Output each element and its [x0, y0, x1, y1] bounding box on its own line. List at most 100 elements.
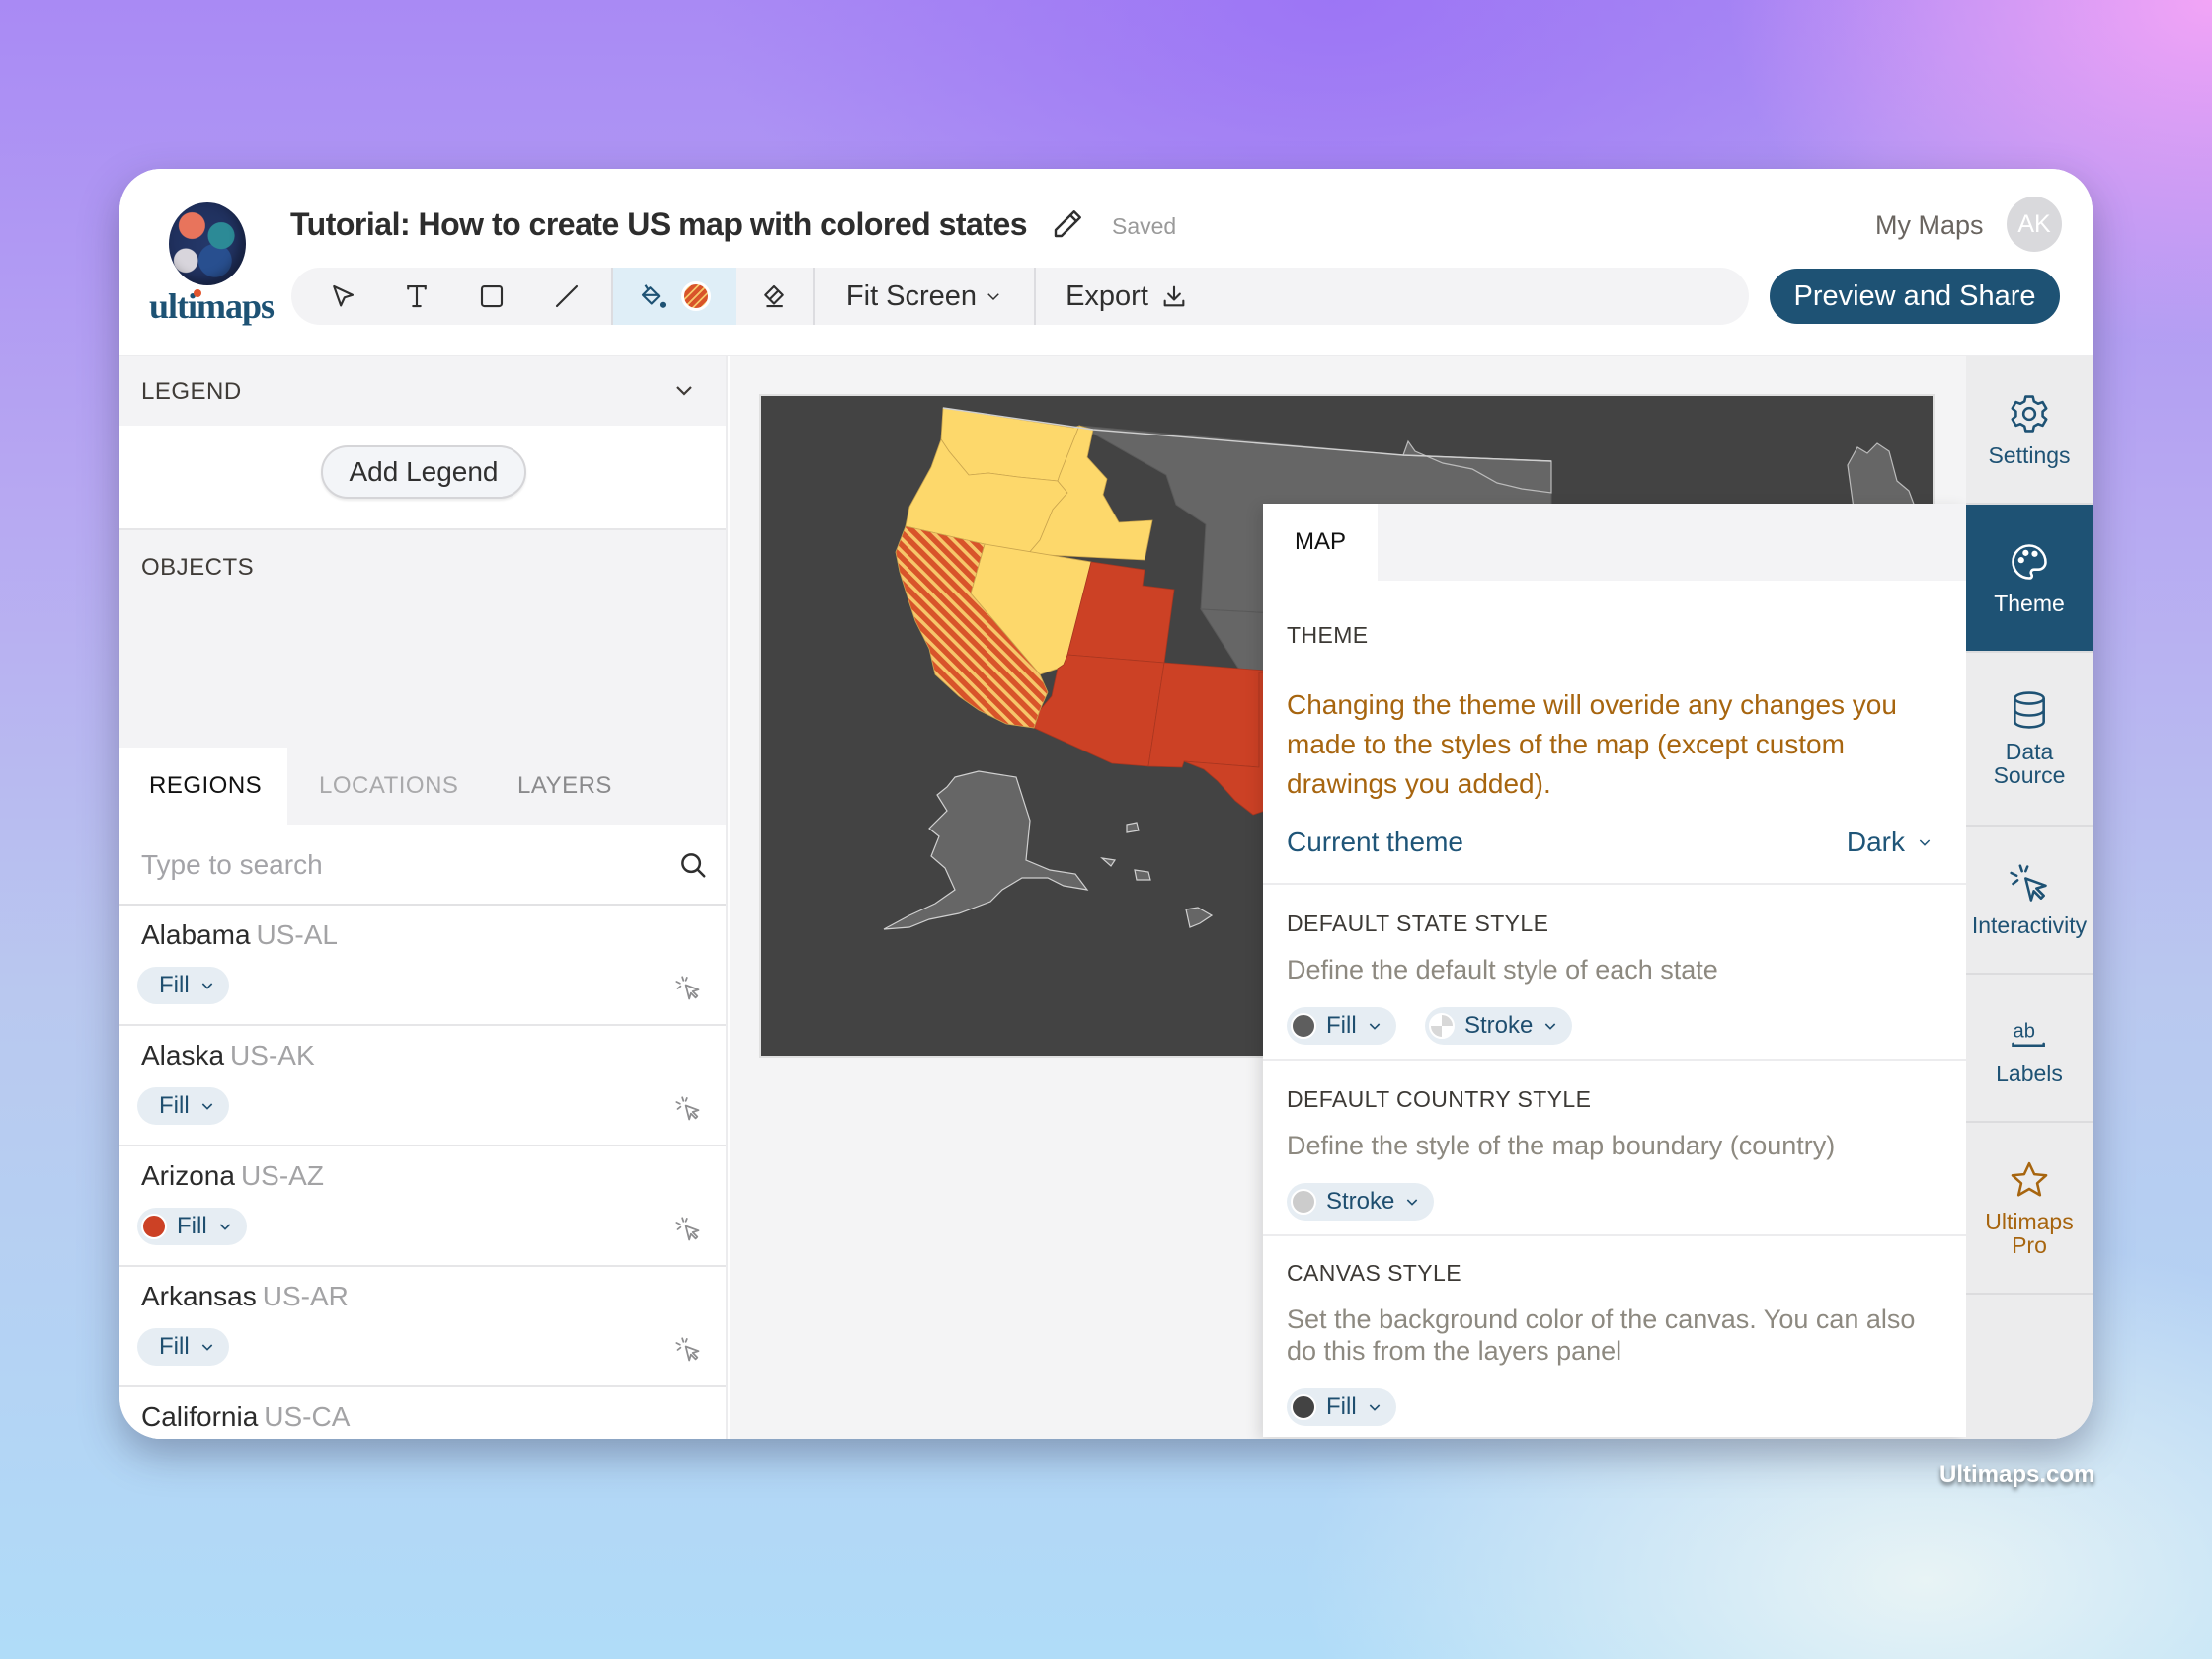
search-icon[interactable] — [678, 850, 708, 880]
chevron-down-icon — [1369, 1404, 1380, 1411]
fill-label: Fill — [1326, 1012, 1357, 1039]
default-country-desc: Define the style of the map boundary (co… — [1287, 1131, 1836, 1160]
fill-pill[interactable]: Fill — [137, 967, 229, 1004]
star-icon — [2011, 1161, 2048, 1197]
region-list-item[interactable]: CaliforniaUS-CAFill — [119, 1387, 726, 1439]
avatar[interactable]: AK — [2007, 197, 2062, 252]
state-new-mexico[interactable] — [1147, 662, 1266, 768]
sidebar-item-label: Labels — [1996, 1061, 2063, 1086]
chevron-down-icon[interactable] — [672, 378, 696, 402]
theme-section: THEME Changing the theme will overide an… — [1263, 581, 1966, 885]
interactivity-icon[interactable] — [674, 1095, 702, 1123]
paint-bucket-tool[interactable] — [613, 268, 736, 325]
region-label: Arizona — [141, 1160, 235, 1191]
tab-regions[interactable]: REGIONS — [119, 748, 287, 825]
select-tool[interactable] — [311, 268, 374, 325]
fill-label: Fill — [159, 1333, 190, 1360]
stroke-swatch — [1291, 1189, 1316, 1215]
app-window: ultimaps Tutorial: How to create US map … — [119, 169, 2093, 1439]
sidebar-item-theme[interactable]: Theme — [1966, 505, 2093, 653]
tab-layers[interactable]: LAYERS — [517, 748, 612, 825]
theme-value: Dark — [1846, 827, 1905, 857]
chevron-down-icon — [1407, 1199, 1418, 1206]
region-name: Arizona US-AZ — [141, 1160, 324, 1192]
rectangle-icon — [480, 284, 504, 308]
fill-label: Fill — [159, 972, 190, 998]
eraser-tool[interactable] — [740, 268, 809, 325]
stroke-label: Stroke — [1326, 1188, 1395, 1215]
region-code: US-AR — [262, 1281, 349, 1311]
legend-header[interactable]: LEGEND — [119, 356, 726, 426]
hatched-swatch[interactable] — [681, 281, 711, 311]
fill-pill[interactable]: Fill — [137, 1328, 229, 1366]
tab-map[interactable]: MAP — [1263, 504, 1378, 581]
add-legend-button[interactable]: Add Legend — [321, 445, 526, 499]
sidebar-item-label: Ultimaps Pro — [1985, 1209, 2074, 1258]
svg-text:ab: ab — [2014, 1021, 2035, 1043]
search-box — [119, 825, 726, 906]
sidebar-item-data-source[interactable]: Data Source — [1966, 653, 2093, 827]
tab-locations[interactable]: LOCATIONS — [319, 748, 458, 825]
state-hawaii[interactable] — [1100, 822, 1214, 928]
interactivity-icon[interactable] — [674, 1336, 702, 1364]
region-label: Arkansas — [141, 1281, 257, 1311]
chevron-down-icon — [201, 1344, 212, 1351]
pencil-icon[interactable] — [1050, 206, 1085, 242]
fill-label: Fill — [159, 1092, 190, 1119]
state-arizona[interactable] — [1033, 654, 1165, 767]
region-list-item[interactable]: Alaska US-AK Fill — [119, 1026, 726, 1146]
sidebar-item-labels[interactable]: ab Labels — [1966, 975, 2093, 1123]
map-title[interactable]: Tutorial: How to create US map with colo… — [290, 206, 1028, 243]
fill-swatch — [1291, 1013, 1316, 1039]
export-button[interactable]: Export — [1036, 268, 1218, 325]
country-stroke-pill[interactable]: Stroke — [1287, 1183, 1435, 1221]
click-icon — [2010, 864, 2047, 902]
chevron-down-icon — [1369, 1023, 1380, 1030]
chevron-down-icon — [201, 1103, 212, 1110]
canvas-fill-pill[interactable]: Fill — [1287, 1388, 1396, 1426]
left-panel: LEGEND Add Legend OBJECTS REGIONS LOCATI… — [119, 356, 728, 1439]
interactivity-icon[interactable] — [674, 975, 702, 1002]
chevron-down-icon — [1545, 1023, 1556, 1030]
state-alaska[interactable] — [883, 770, 1089, 930]
sidebar-item-label: Data Source — [1993, 739, 2066, 788]
text-tool[interactable] — [385, 268, 448, 325]
gear-icon — [2011, 395, 2048, 433]
region-list-item[interactable]: Arkansas US-AR Fill — [119, 1267, 726, 1387]
theme-title: THEME — [1287, 622, 1369, 648]
line-icon — [555, 284, 579, 308]
line-tool[interactable] — [535, 268, 598, 325]
region-list-item[interactable]: Arizona US-AZ Fill — [119, 1146, 726, 1267]
header: ultimaps Tutorial: How to create US map … — [119, 169, 2093, 356]
stroke-swatch-transparent — [1429, 1013, 1455, 1039]
sidebar-item-interactivity[interactable]: Interactivity — [1966, 827, 2093, 975]
region-name: California US-CA — [141, 1401, 350, 1433]
download-icon — [1163, 285, 1185, 307]
preview-and-share-button[interactable]: Preview and Share — [1770, 269, 2060, 324]
interactivity-icon[interactable] — [674, 1216, 702, 1243]
sidebar-item-settings[interactable]: Settings — [1966, 356, 2093, 505]
export-label: Export — [1066, 279, 1148, 312]
zoom-dropdown[interactable]: Fit Screen — [815, 268, 1034, 325]
logo[interactable]: ultimaps — [147, 202, 275, 329]
text-icon — [407, 284, 427, 308]
sidebar-item-label: Theme — [1994, 591, 2065, 616]
region-code: US-AL — [256, 919, 338, 950]
region-list-item[interactable]: Alabama US-AL Fill — [119, 906, 726, 1026]
region-code: US-AK — [230, 1040, 315, 1070]
style-panel-tabs: MAP — [1263, 504, 1966, 581]
sidebar-item-ultimaps-pro[interactable]: Ultimaps Pro — [1966, 1123, 2093, 1295]
pointer-icon — [333, 284, 355, 307]
my-maps-link[interactable]: My Maps — [1875, 210, 1984, 241]
theme-select[interactable]: Dark — [1847, 827, 1933, 858]
search-input[interactable] — [141, 842, 655, 888]
right-sidebar: Settings Theme Data Source Interactivity… — [1966, 356, 2093, 1439]
fill-pill[interactable]: Fill — [137, 1208, 247, 1245]
state-fill-pill[interactable]: Fill — [1287, 1007, 1396, 1045]
state-stroke-pill[interactable]: Stroke — [1425, 1007, 1573, 1045]
fill-pill[interactable]: Fill — [137, 1087, 229, 1125]
fill-swatch — [1291, 1394, 1316, 1420]
rectangle-tool[interactable] — [460, 268, 523, 325]
database-icon — [2014, 691, 2045, 729]
map-style-panel: MAP THEME Changing the theme will overid… — [1263, 504, 1966, 1437]
